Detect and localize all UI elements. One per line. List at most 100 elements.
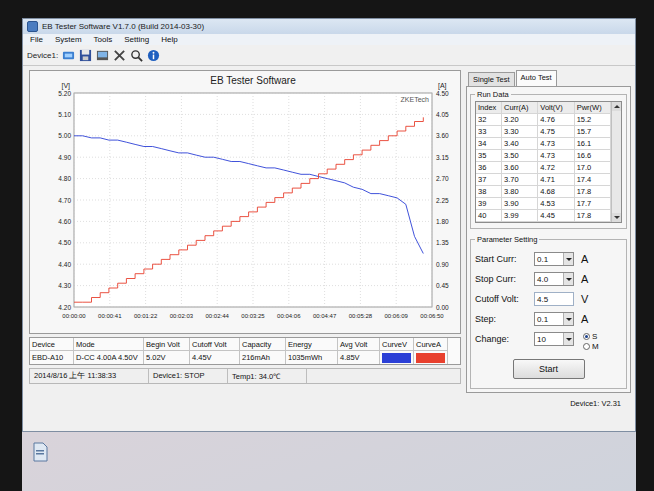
scroll-down-icon[interactable] [612,213,621,222]
table-row[interactable]: 333.304.7515.7 [476,126,611,138]
side-panel: Single TestAuto Test Run Data IndexCurr(A)… [466,70,631,431]
grid-line [217,93,218,307]
right-tick: 4.05 [436,111,449,118]
left-tick: 5.20 [58,90,71,97]
dropdown[interactable]: 0.1 [534,312,574,326]
app-window: EB Tester Software V1.7.0 (Build 2014-03… [22,18,636,432]
parameter-label: Change: [475,332,531,344]
menu-item[interactable]: Tools [93,35,114,44]
x-tick: 00:02:03 [170,313,194,319]
table-cell: 4.45 [538,210,574,221]
status-bar: 2014/8/16 上午 11:38:33Device1: STOPTemp1:… [29,368,461,384]
table-cell: 4.53 [538,198,574,209]
table-cell: 17.8 [575,186,611,197]
menu-item[interactable]: Setting [123,35,150,44]
device-version: Device1: V2.31 [466,393,631,408]
menu-item[interactable]: System [54,35,83,44]
table-row[interactable]: 373.704.7117.4 [476,174,611,186]
dropdown-arrow-icon[interactable] [563,333,573,345]
table-cell: 4.75 [538,126,574,137]
table-cell: 17.8 [575,210,611,221]
tab[interactable]: Single Test [468,72,515,86]
chart: EB Tester Software[V][A]5.205.105.004.90… [30,71,460,333]
current-curve [74,117,423,302]
dropdown[interactable]: 0.1 [534,252,574,266]
left-tick: 4.50 [58,239,71,246]
column-header: Curr(A) [502,102,538,113]
table-row[interactable]: 323.204.7615.2 [476,114,611,126]
dropdown[interactable]: 10 [534,332,574,346]
dropdown[interactable]: 4.0 [534,272,574,286]
grid-line [74,221,432,222]
table-cell: 3.40 [502,138,538,149]
grid-line [109,93,110,307]
column-header: Volt(V) [538,102,574,113]
device-icon[interactable] [62,49,75,62]
grid-line [360,93,361,307]
save-icon[interactable] [79,49,92,62]
dropdown-arrow-icon[interactable] [563,273,573,285]
table-cell: 4.71 [538,174,574,185]
search-icon[interactable] [130,49,143,62]
info-icon[interactable] [147,49,160,62]
parameter-label: Cutoff Volt: [475,292,531,304]
start-button[interactable]: Start [513,359,585,379]
group-title: Run Data [475,90,511,99]
radio-option[interactable]: S [583,332,599,341]
tab[interactable]: Auto Test [516,70,557,86]
dropdown-arrow-icon[interactable] [563,253,573,265]
table-cell: 16.1 [575,138,611,149]
table-cell: 33 [476,126,502,137]
run-data-table: IndexCurr(A)Volt(V)Pwr(W)323.204.7615.23… [476,102,611,222]
summary-table: DeviceModeBegin VoltCutoff VoltCapacityE… [29,337,461,365]
voltage-curve [74,136,423,254]
summary-header: Energy [286,338,338,351]
grid-line [74,200,432,201]
grid-line [74,178,432,179]
table-cell: 17.4 [575,174,611,185]
table-row[interactable]: 393.904.5317.7 [476,198,611,210]
brand-label: ZKETech [401,96,430,103]
text-field[interactable]: 4.5 [534,292,574,306]
export-icon[interactable] [96,49,109,62]
column-header: Pwr(W) [575,102,611,113]
tools-icon[interactable] [113,49,126,62]
scrollbar[interactable] [611,102,621,222]
status-item: 2014/8/16 上午 11:38:33 [30,369,149,383]
table-row[interactable]: 343.404.7316.1 [476,138,611,150]
menu-item[interactable]: File [29,35,44,44]
radio-dot[interactable] [583,343,590,350]
legend-swatch [416,353,445,363]
x-tick: 00:05:28 [349,313,373,319]
summary-header: Begin Volt [144,338,190,351]
plot-area [74,93,432,307]
desktop-file-icon[interactable] [32,442,48,462]
table-row[interactable]: 363.604.7217.0 [476,162,611,174]
left-tick: 5.00 [58,132,71,139]
table-cell: 3.60 [502,162,538,173]
table-row[interactable]: 353.504.7316.6 [476,150,611,162]
radio-dot[interactable] [583,333,590,340]
scroll-up-icon[interactable] [612,102,621,111]
table-row[interactable]: 383.804.6817.8 [476,186,611,198]
dropdown-arrow-icon[interactable] [563,313,573,325]
left-tick: 4.90 [58,154,71,161]
tabs: Single TestAuto Test [466,70,631,86]
main-area: EB Tester Software[V][A]5.205.105.004.90… [23,66,635,431]
table-row[interactable]: 403.994.4517.8 [476,210,611,222]
right-tick: 3.60 [436,132,449,139]
parameter-label: Start Curr: [475,252,531,264]
table-cell: 15.2 [575,114,611,125]
photo-frame: EB Tester Software V1.7.0 (Build 2014-03… [0,0,654,491]
grid-line [396,93,397,307]
menu-item[interactable]: Help [160,35,178,44]
parameter-row: Change:10 SM [475,332,622,351]
radio-option[interactable]: M [583,342,599,351]
right-tick: 2.70 [436,175,449,182]
desktop: EB Tester Software V1.7.0 (Build 2014-03… [22,18,636,491]
table-cell: 35 [476,150,502,161]
summary-value: 216mAh [240,351,286,364]
right-tick: 2.25 [436,197,449,204]
legend-cell [414,351,448,364]
parameter-group: Parameter SettingStart Curr:0.1AStop Cur… [470,235,627,389]
